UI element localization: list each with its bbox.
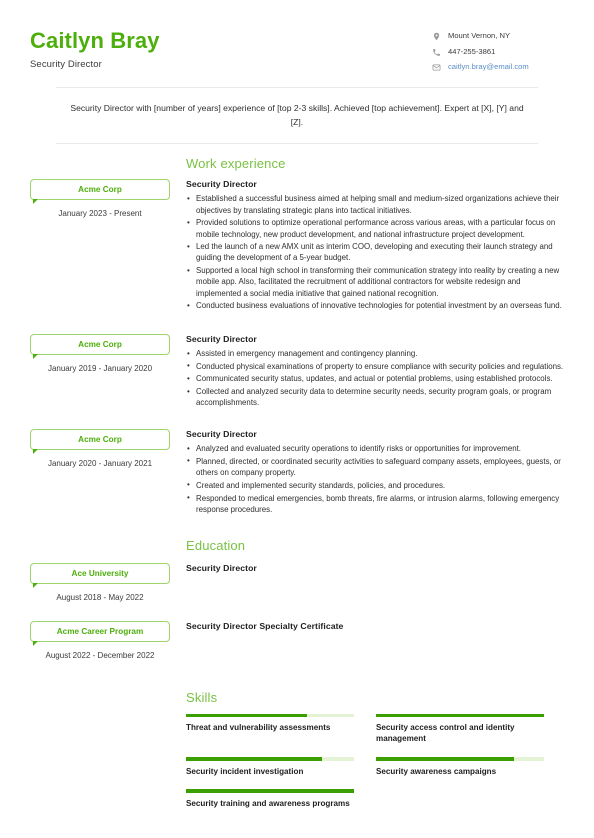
education-entry-meta: Ace University August 2018 - May 2022	[30, 563, 180, 603]
skill-label: Security awareness campaigns	[376, 766, 497, 776]
bullet-item: Supported a local high school in transfo…	[186, 265, 564, 299]
institution-dates: August 2022 - December 2022	[45, 651, 155, 661]
skill-label: Threat and vulnerability assessments	[186, 723, 331, 733]
bullet-item: Analyzed and evaluated security operatio…	[186, 443, 564, 455]
work-entry: Acme Corp January 2019 - January 2020 Se…	[30, 334, 564, 410]
email-text[interactable]: caitlyn.bray@email.com	[448, 62, 529, 71]
skill-label: Security training and awareness programs	[186, 798, 350, 808]
work-role-title: Security Director	[186, 429, 257, 440]
company-badge: Acme Corp	[30, 179, 170, 205]
work-bullet-list: Analyzed and evaluated security operatio…	[186, 443, 564, 515]
envelope-icon	[432, 63, 441, 72]
institution-dates: August 2018 - May 2022	[56, 593, 144, 603]
bullet-item: Conducted business evaluations of innova…	[186, 300, 564, 312]
professional-summary: Security Director with [number of years]…	[70, 103, 524, 128]
bullet-item: Led the launch of a new AMX unit as inte…	[186, 241, 564, 263]
company-dates: January 2023 - Present	[58, 209, 142, 219]
education-entry-meta: Acme Career Program August 2022 - Decemb…	[30, 621, 180, 661]
bullet-item: Assisted in emergency management and con…	[186, 348, 564, 360]
education-entry: Acme Career Program August 2022 - Decemb…	[30, 621, 564, 661]
work-bullet-list: Established a successful business aimed …	[186, 193, 564, 312]
skill-level-bar	[376, 713, 544, 718]
work-entry: Acme Corp January 2023 - Present Securit…	[30, 179, 564, 313]
degree-title: Security Director	[186, 563, 257, 574]
skill-level-bar	[186, 789, 354, 793]
bullet-item: Responded to medical emergencies, bomb t…	[186, 492, 564, 515]
work-entry: Acme Corp January 2020 - January 2021 Se…	[30, 429, 564, 516]
skill-level-bar	[376, 757, 544, 761]
company-badge: Acme Corp	[30, 334, 170, 360]
education-entry: Ace University August 2018 - May 2022 Se…	[30, 563, 564, 603]
section-title-education: Education	[186, 538, 246, 554]
skill-item: Security access control and identity man…	[376, 713, 544, 745]
institution-badge: Acme Career Program	[30, 621, 170, 647]
work-role-title: Security Director	[186, 179, 257, 190]
skill-level-fill	[186, 713, 307, 718]
work-entry-meta: Acme Corp January 2019 - January 2020	[30, 334, 180, 410]
skill-item: Threat and vulnerability assessments	[186, 713, 354, 745]
skill-item: Security incident investigation	[186, 757, 354, 777]
institution-badge: Ace University	[30, 563, 170, 589]
skill-item: Security training and awareness programs	[186, 789, 354, 809]
skills-list: Threat and vulnerability assessments Sec…	[186, 713, 564, 822]
work-entry-content: Security Director Assisted in emergency …	[180, 334, 564, 410]
work-entry-content: Security Director Analyzed and evaluated…	[180, 429, 564, 516]
phone-icon	[432, 48, 441, 57]
resume-page: Caitlyn Bray Security Director Mount Ver…	[0, 0, 594, 838]
education-section: Education	[30, 538, 564, 562]
skill-level-fill	[376, 713, 544, 718]
work-bullet-list: Assisted in emergency management and con…	[186, 348, 564, 409]
company-badge: Acme Corp	[30, 429, 170, 455]
company-dates: January 2019 - January 2020	[47, 364, 153, 374]
section-title-work-experience: Work experience	[186, 156, 286, 172]
bullet-item: Created and implemented security standar…	[186, 479, 564, 491]
skill-level-bar	[186, 757, 354, 761]
bullet-item: Communicated security status, updates, a…	[186, 373, 564, 385]
location-text: Mount Vernon, NY	[448, 31, 511, 41]
resume-header: Caitlyn Bray Security Director Mount Ver…	[30, 26, 564, 72]
skill-item: Security awareness campaigns	[376, 757, 544, 777]
education-entry-content: Security Director Specialty Certificate	[180, 621, 564, 661]
degree-title: Security Director Specialty Certificate	[186, 621, 344, 632]
education-entry-content: Security Director	[180, 563, 564, 603]
skill-label: Security incident investigation	[186, 766, 304, 776]
section-title-skills: Skills	[186, 689, 218, 705]
full-name: Caitlyn Bray	[30, 28, 160, 53]
skill-label: Security access control and identity man…	[376, 723, 515, 744]
skill-level-bar	[186, 713, 354, 718]
contact-info: Mount Vernon, NY 447-255-3861 caitlyn.br…	[432, 26, 564, 72]
work-experience-section: Work experience	[30, 144, 564, 180]
work-role-title: Security Director	[186, 334, 257, 345]
bullet-item: Provided solutions to optimize operation…	[186, 217, 564, 239]
bullet-item: Established a successful business aimed …	[186, 193, 564, 215]
contact-phone: 447-255-3861	[432, 46, 564, 57]
header-identity: Caitlyn Bray Security Director	[30, 26, 160, 70]
phone-text: 447-255-3861	[448, 46, 496, 56]
contact-location: Mount Vernon, NY	[432, 31, 564, 41]
skills-section: Skills Threat and vulnerability assessme…	[30, 690, 564, 822]
work-entry-meta: Acme Corp January 2020 - January 2021	[30, 429, 180, 516]
skill-level-fill	[376, 757, 514, 761]
work-entry-meta: Acme Corp January 2023 - Present	[30, 179, 180, 313]
bullet-item: Collected and analyzed security data to …	[186, 386, 564, 408]
location-pin-icon	[432, 32, 441, 41]
bullet-item: Planned, directed, or coordinated securi…	[186, 455, 564, 478]
company-dates: January 2020 - January 2021	[47, 459, 153, 469]
contact-email[interactable]: caitlyn.bray@email.com	[432, 62, 564, 72]
work-entry-content: Security Director Established a successf…	[180, 179, 564, 313]
bullet-item: Conducted physical examinations of prope…	[186, 360, 564, 372]
job-title: Security Director	[30, 59, 102, 71]
skill-level-fill	[186, 789, 354, 793]
skill-level-fill	[186, 757, 323, 761]
